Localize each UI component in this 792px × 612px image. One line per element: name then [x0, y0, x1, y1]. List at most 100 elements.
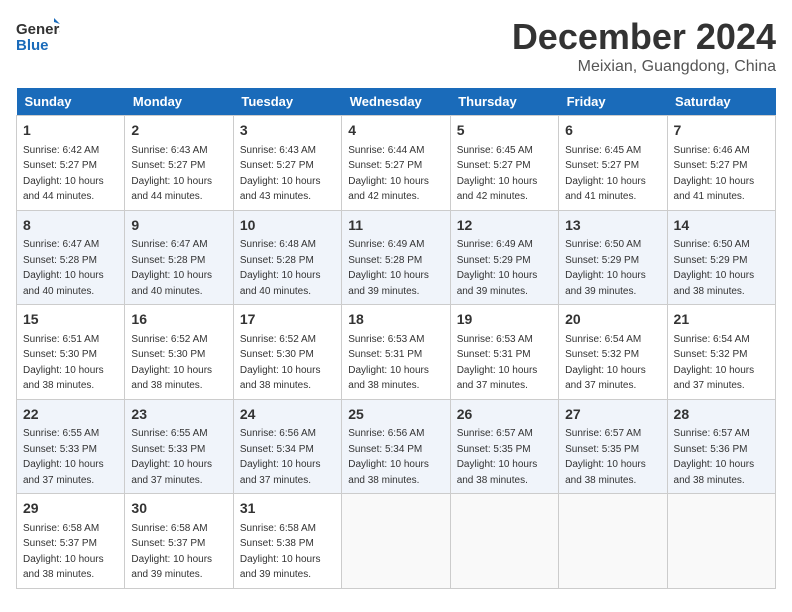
day-info: Sunrise: 6:58 AMSunset: 5:37 PMDaylight:… — [23, 523, 104, 581]
page-header: General Blue December 2024 Meixian, Guan… — [16, 16, 776, 76]
calendar-day-cell: 7 Sunrise: 6:46 AMSunset: 5:27 PMDayligh… — [667, 116, 775, 211]
logo: General Blue — [16, 16, 60, 54]
day-info: Sunrise: 6:57 AMSunset: 5:35 PMDaylight:… — [457, 428, 538, 486]
day-number: 24 — [240, 405, 335, 425]
day-number: 30 — [131, 499, 226, 519]
calendar-day-cell: 2 Sunrise: 6:43 AMSunset: 5:27 PMDayligh… — [125, 116, 233, 211]
calendar-day-cell: 16 Sunrise: 6:52 AMSunset: 5:30 PMDaylig… — [125, 305, 233, 400]
day-number: 18 — [348, 310, 443, 330]
day-number: 26 — [457, 405, 552, 425]
calendar-day-cell: 24 Sunrise: 6:56 AMSunset: 5:34 PMDaylig… — [233, 399, 341, 494]
weekday-header-sunday: Sunday — [17, 88, 125, 116]
day-number: 16 — [131, 310, 226, 330]
day-info: Sunrise: 6:47 AMSunset: 5:28 PMDaylight:… — [131, 239, 212, 297]
calendar-day-cell: 12 Sunrise: 6:49 AMSunset: 5:29 PMDaylig… — [450, 210, 558, 305]
day-number: 27 — [565, 405, 660, 425]
calendar-day-cell: 28 Sunrise: 6:57 AMSunset: 5:36 PMDaylig… — [667, 399, 775, 494]
day-info: Sunrise: 6:51 AMSunset: 5:30 PMDaylight:… — [23, 334, 104, 392]
calendar-day-cell: 10 Sunrise: 6:48 AMSunset: 5:28 PMDaylig… — [233, 210, 341, 305]
calendar-day-cell: 1 Sunrise: 6:42 AMSunset: 5:27 PMDayligh… — [17, 116, 125, 211]
day-number: 5 — [457, 121, 552, 141]
day-info: Sunrise: 6:45 AMSunset: 5:27 PMDaylight:… — [565, 145, 646, 203]
day-number: 28 — [674, 405, 769, 425]
day-number: 8 — [23, 216, 118, 236]
day-info: Sunrise: 6:43 AMSunset: 5:27 PMDaylight:… — [240, 145, 321, 203]
day-info: Sunrise: 6:43 AMSunset: 5:27 PMDaylight:… — [131, 145, 212, 203]
weekday-header-thursday: Thursday — [450, 88, 558, 116]
calendar-day-cell: 9 Sunrise: 6:47 AMSunset: 5:28 PMDayligh… — [125, 210, 233, 305]
day-info: Sunrise: 6:55 AMSunset: 5:33 PMDaylight:… — [131, 428, 212, 486]
day-info: Sunrise: 6:47 AMSunset: 5:28 PMDaylight:… — [23, 239, 104, 297]
day-number: 21 — [674, 310, 769, 330]
day-number: 6 — [565, 121, 660, 141]
day-info: Sunrise: 6:49 AMSunset: 5:29 PMDaylight:… — [457, 239, 538, 297]
calendar-week-row: 8 Sunrise: 6:47 AMSunset: 5:28 PMDayligh… — [17, 210, 776, 305]
day-info: Sunrise: 6:58 AMSunset: 5:38 PMDaylight:… — [240, 523, 321, 581]
calendar-day-cell: 22 Sunrise: 6:55 AMSunset: 5:33 PMDaylig… — [17, 399, 125, 494]
day-info: Sunrise: 6:52 AMSunset: 5:30 PMDaylight:… — [131, 334, 212, 392]
day-info: Sunrise: 6:50 AMSunset: 5:29 PMDaylight:… — [674, 239, 755, 297]
day-info: Sunrise: 6:54 AMSunset: 5:32 PMDaylight:… — [565, 334, 646, 392]
calendar-day-cell: 15 Sunrise: 6:51 AMSunset: 5:30 PMDaylig… — [17, 305, 125, 400]
day-number: 7 — [674, 121, 769, 141]
day-number: 4 — [348, 121, 443, 141]
title-section: December 2024 Meixian, Guangdong, China — [512, 16, 776, 76]
day-number: 2 — [131, 121, 226, 141]
calendar-week-row: 22 Sunrise: 6:55 AMSunset: 5:33 PMDaylig… — [17, 399, 776, 494]
weekday-header-wednesday: Wednesday — [342, 88, 450, 116]
calendar-day-cell: 5 Sunrise: 6:45 AMSunset: 5:27 PMDayligh… — [450, 116, 558, 211]
day-info: Sunrise: 6:57 AMSunset: 5:36 PMDaylight:… — [674, 428, 755, 486]
weekday-header-row: SundayMondayTuesdayWednesdayThursdayFrid… — [17, 88, 776, 116]
logo-icon: General Blue — [16, 16, 60, 54]
calendar-day-cell: 31 Sunrise: 6:58 AMSunset: 5:38 PMDaylig… — [233, 494, 341, 589]
calendar-day-cell: 27 Sunrise: 6:57 AMSunset: 5:35 PMDaylig… — [559, 399, 667, 494]
calendar-day-cell: 4 Sunrise: 6:44 AMSunset: 5:27 PMDayligh… — [342, 116, 450, 211]
day-number: 29 — [23, 499, 118, 519]
month-title: December 2024 — [512, 16, 776, 58]
day-number: 17 — [240, 310, 335, 330]
calendar-day-cell: 25 Sunrise: 6:56 AMSunset: 5:34 PMDaylig… — [342, 399, 450, 494]
calendar-day-cell: 26 Sunrise: 6:57 AMSunset: 5:35 PMDaylig… — [450, 399, 558, 494]
day-info: Sunrise: 6:50 AMSunset: 5:29 PMDaylight:… — [565, 239, 646, 297]
day-info: Sunrise: 6:45 AMSunset: 5:27 PMDaylight:… — [457, 145, 538, 203]
day-number: 11 — [348, 216, 443, 236]
day-number: 31 — [240, 499, 335, 519]
day-number: 19 — [457, 310, 552, 330]
day-info: Sunrise: 6:55 AMSunset: 5:33 PMDaylight:… — [23, 428, 104, 486]
day-info: Sunrise: 6:52 AMSunset: 5:30 PMDaylight:… — [240, 334, 321, 392]
day-info: Sunrise: 6:54 AMSunset: 5:32 PMDaylight:… — [674, 334, 755, 392]
day-number: 22 — [23, 405, 118, 425]
calendar-day-cell: 29 Sunrise: 6:58 AMSunset: 5:37 PMDaylig… — [17, 494, 125, 589]
day-number: 23 — [131, 405, 226, 425]
calendar-week-row: 1 Sunrise: 6:42 AMSunset: 5:27 PMDayligh… — [17, 116, 776, 211]
day-number: 9 — [131, 216, 226, 236]
calendar-day-cell: 13 Sunrise: 6:50 AMSunset: 5:29 PMDaylig… — [559, 210, 667, 305]
day-number: 1 — [23, 121, 118, 141]
calendar-day-cell: 3 Sunrise: 6:43 AMSunset: 5:27 PMDayligh… — [233, 116, 341, 211]
calendar-day-cell — [450, 494, 558, 589]
day-info: Sunrise: 6:53 AMSunset: 5:31 PMDaylight:… — [348, 334, 429, 392]
day-info: Sunrise: 6:48 AMSunset: 5:28 PMDaylight:… — [240, 239, 321, 297]
calendar-day-cell: 18 Sunrise: 6:53 AMSunset: 5:31 PMDaylig… — [342, 305, 450, 400]
calendar-day-cell: 11 Sunrise: 6:49 AMSunset: 5:28 PMDaylig… — [342, 210, 450, 305]
calendar-day-cell: 21 Sunrise: 6:54 AMSunset: 5:32 PMDaylig… — [667, 305, 775, 400]
svg-text:General: General — [16, 21, 60, 38]
day-number: 14 — [674, 216, 769, 236]
calendar-day-cell: 6 Sunrise: 6:45 AMSunset: 5:27 PMDayligh… — [559, 116, 667, 211]
calendar-day-cell: 23 Sunrise: 6:55 AMSunset: 5:33 PMDaylig… — [125, 399, 233, 494]
calendar-day-cell: 19 Sunrise: 6:53 AMSunset: 5:31 PMDaylig… — [450, 305, 558, 400]
calendar-day-cell — [559, 494, 667, 589]
weekday-header-tuesday: Tuesday — [233, 88, 341, 116]
weekday-header-friday: Friday — [559, 88, 667, 116]
day-info: Sunrise: 6:49 AMSunset: 5:28 PMDaylight:… — [348, 239, 429, 297]
calendar-day-cell: 20 Sunrise: 6:54 AMSunset: 5:32 PMDaylig… — [559, 305, 667, 400]
location-title: Meixian, Guangdong, China — [512, 58, 776, 76]
calendar-table: SundayMondayTuesdayWednesdayThursdayFrid… — [16, 88, 776, 589]
calendar-week-row: 29 Sunrise: 6:58 AMSunset: 5:37 PMDaylig… — [17, 494, 776, 589]
day-info: Sunrise: 6:56 AMSunset: 5:34 PMDaylight:… — [348, 428, 429, 486]
calendar-day-cell: 14 Sunrise: 6:50 AMSunset: 5:29 PMDaylig… — [667, 210, 775, 305]
calendar-day-cell: 30 Sunrise: 6:58 AMSunset: 5:37 PMDaylig… — [125, 494, 233, 589]
day-info: Sunrise: 6:58 AMSunset: 5:37 PMDaylight:… — [131, 523, 212, 581]
day-info: Sunrise: 6:56 AMSunset: 5:34 PMDaylight:… — [240, 428, 321, 486]
calendar-day-cell — [342, 494, 450, 589]
